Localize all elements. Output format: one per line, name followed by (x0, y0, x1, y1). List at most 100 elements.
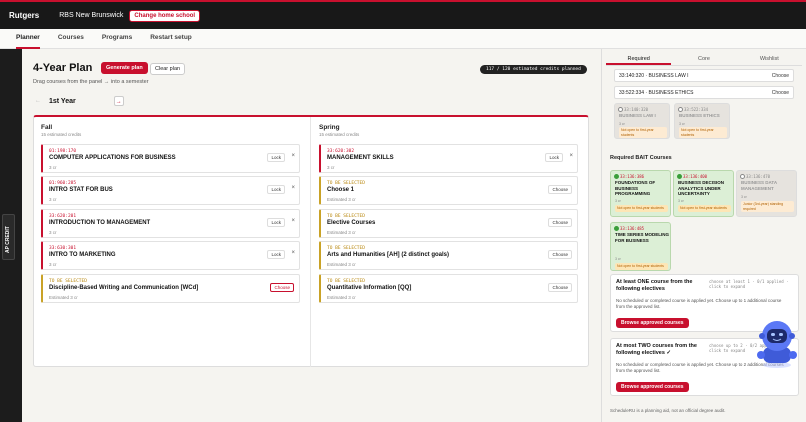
remove-icon[interactable]: × (291, 185, 295, 191)
course-title: Elective Courses (327, 220, 376, 226)
course-title: TIME SERIES MODELING FOR BUSINESS (615, 232, 670, 243)
course-tile[interactable]: 33:140:320 BUSINESS LAW I 3 cr Not open … (614, 103, 670, 139)
nav-restart-setup[interactable]: Restart setup (150, 29, 192, 49)
remove-icon[interactable]: × (291, 250, 295, 256)
course-code: 33:136:400 (683, 174, 708, 179)
required-course-name: 33:140:320 · BUSINESS LAW I (619, 73, 689, 79)
course-card[interactable]: 33:630:301 INTRO TO MARKETING 3 cr Lock … (41, 241, 300, 270)
drag-hint: Drag courses from the panel → into a sem… (33, 79, 149, 85)
lock-button[interactable]: Lock (267, 218, 285, 227)
lock-button[interactable]: Lock (545, 153, 563, 162)
status-dot-icon (614, 226, 619, 231)
course-title: COMPUTER APPLICATIONS FOR BUSINESS (49, 155, 176, 161)
warning-badge: Not open to first-year students (679, 127, 727, 138)
course-tile[interactable]: 33:522:334 BUSINESS ETHICS 3 cr Not open… (674, 103, 730, 139)
tab-core[interactable]: Core (671, 53, 736, 65)
brand-logo[interactable]: Rutgers (9, 11, 39, 20)
elective-hint[interactable]: choose at least 1 · 0/1 applied · click … (709, 279, 794, 289)
required-row[interactable]: 33:522:334 · BUSINESS ETHICS Choose (614, 86, 794, 99)
course-credits: 3 cr (615, 257, 621, 261)
course-card[interactable]: 01:198:170 COMPUTER APPLICATIONS FOR BUS… (41, 144, 300, 173)
choose-button[interactable]: Choose (772, 90, 789, 96)
ap-credit-tab[interactable]: AP CREDIT (2, 214, 15, 260)
tab-required[interactable]: Required (606, 53, 672, 65)
course-card[interactable]: 01:960:285 INTRO STAT FOR BUS 3 cr Lock … (41, 176, 300, 205)
course-code: 33:522:334 (684, 107, 709, 112)
course-title: BUSINESS DECISION ANALYTICS UNDER UNCERT… (678, 180, 725, 196)
browse-courses-button[interactable]: Browse approved courses (616, 318, 689, 328)
disclaimer: ScheduleRU is a planning aid, not an off… (610, 408, 726, 413)
browse-courses-button[interactable]: Browse approved courses (616, 382, 689, 392)
course-tile[interactable]: 33:136:470 BUSINESS DATA MANAGEMENT 3 cr… (736, 170, 797, 217)
course-credits: 3 cr (741, 195, 747, 199)
nav-courses[interactable]: Courses (58, 29, 84, 49)
choose-button[interactable]: Choose (772, 73, 789, 79)
course-placeholder-card[interactable]: TO BE SELECTED Choose 1 Estimated 3 cr C… (319, 176, 578, 205)
clear-plan-button[interactable]: Clear plan (150, 63, 186, 75)
course-title: FOUNDATIONS OF BUSINESS PROGRAMMING (615, 180, 656, 196)
semester-spring: Spring 15 estimated credits 33:620:302 M… (312, 117, 589, 367)
nav-planner[interactable]: Planner (16, 29, 40, 49)
choose-button[interactable]: Choose (548, 283, 572, 292)
lock-button[interactable]: Lock (267, 153, 285, 162)
course-tile[interactable]: 33:136:386 FOUNDATIONS OF BUSINESS PROGR… (610, 170, 671, 217)
semester-title: Fall (41, 124, 53, 131)
choose-button[interactable]: Choose (270, 283, 294, 292)
status-dot-icon (677, 174, 682, 179)
course-title: BUSINESS ETHICS (679, 113, 720, 118)
choose-button[interactable]: Choose (548, 185, 572, 194)
change-school-button[interactable]: Change home school (129, 9, 201, 22)
course-card[interactable]: 33:620:302 MANAGEMENT SKILLS 3 cr Lock × (319, 144, 578, 173)
assistant-mascot-icon[interactable] (753, 317, 801, 369)
choose-button[interactable]: Choose (548, 250, 572, 259)
course-title: Choose 1 (327, 187, 355, 193)
required-row[interactable]: 33:140:320 · BUSINESS LAW I Choose (614, 69, 794, 82)
choose-button[interactable]: Choose (548, 218, 572, 227)
generate-plan-button[interactable]: Generate plan (101, 62, 148, 74)
lock-button[interactable]: Lock (267, 250, 285, 259)
required-course-name: 33:522:334 · BUSINESS ETHICS (619, 90, 694, 96)
prev-year-button[interactable]: ← (33, 96, 43, 106)
course-code: 33:620:302 (327, 149, 355, 154)
course-credits: 3 cr (49, 197, 57, 202)
course-card[interactable]: 33:620:201 INTRODUCTION TO MANAGEMENT 3 … (41, 209, 300, 238)
remove-icon[interactable]: × (291, 153, 295, 159)
elective-title: At least ONE course from the following e… (616, 279, 693, 292)
year-card: Fall 15 estimated credits 01:198:170 COM… (33, 115, 589, 367)
nav-programs[interactable]: Programs (102, 29, 132, 49)
page-title: 4-Year Plan (33, 62, 93, 74)
remove-icon[interactable]: × (569, 153, 573, 159)
warning-badge: Not open to first-year students (619, 127, 667, 138)
next-year-button[interactable]: → (113, 96, 124, 106)
year-label: 1st Year (49, 97, 76, 105)
course-title: Arts and Humanities [AH] (2 distinct goa… (327, 252, 450, 258)
course-placeholder-card[interactable]: TO BE SELECTED Elective Courses Estimate… (319, 209, 578, 238)
tab-wishlist[interactable]: Wishlist (737, 53, 802, 65)
course-title: Quantitative Information [QQ] (327, 285, 412, 291)
course-code: 33:620:201 (49, 214, 77, 219)
course-credits: Estimated 3 cr (49, 295, 78, 300)
warning-badge: Junior (3rd-year) standing required (741, 201, 794, 212)
semester-fall: Fall 15 estimated credits 01:198:170 COM… (34, 117, 311, 367)
course-code: 33:136:485 (620, 226, 645, 231)
course-tile[interactable]: 33:136:400 BUSINESS DECISION ANALYTICS U… (673, 170, 734, 217)
planner-panel: 4-Year Plan Generate plan Clear plan Dra… (22, 49, 600, 422)
panel-tabs: Required Core Wishlist (606, 53, 802, 66)
lock-button[interactable]: Lock (267, 185, 285, 194)
course-code: 33:136:386 (620, 174, 645, 179)
course-placeholder-card[interactable]: TO BE SELECTED Arts and Humanities [AH] … (319, 241, 578, 270)
remove-icon[interactable]: × (291, 218, 295, 224)
course-title: BUSINESS LAW I (619, 113, 656, 118)
semester-credits: 15 estimated credits (319, 132, 360, 137)
status-dot-icon (740, 174, 745, 179)
course-tile[interactable]: 33:136:485 TIME SERIES MODELING FOR BUSI… (610, 222, 671, 271)
ap-credit-label: AP CREDIT (5, 226, 11, 253)
course-credits: 3 cr (619, 122, 625, 126)
course-placeholder-card[interactable]: TO BE SELECTED Quantitative Information … (319, 274, 578, 303)
year-navigator: ← 1st Year → (33, 96, 124, 106)
course-placeholder-card[interactable]: TO BE SELECTED Discipline-Based Writing … (41, 274, 300, 303)
course-credits: 3 cr (679, 122, 685, 126)
course-code: TO BE SELECTED (327, 246, 365, 251)
semester-credits: 15 estimated credits (41, 132, 82, 137)
course-title: BUSINESS DATA MANAGEMENT (741, 180, 777, 191)
